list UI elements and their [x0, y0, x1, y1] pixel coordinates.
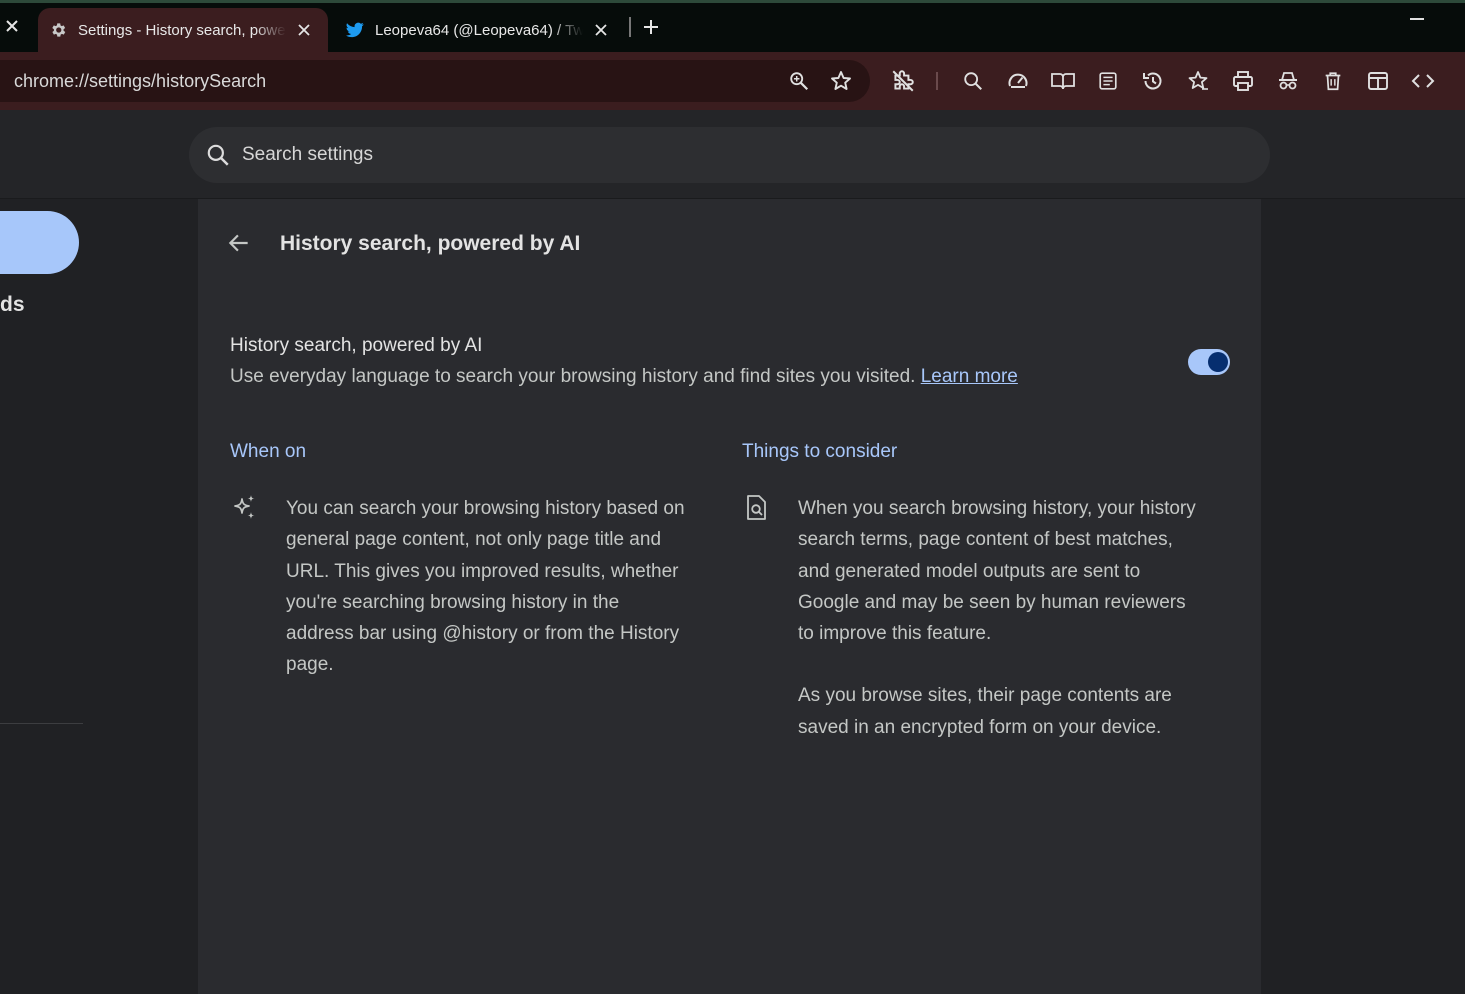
document-search-icon [745, 494, 773, 522]
text-line: address bar using @history or from the H… [286, 623, 680, 645]
things-to-consider-heading: Things to consider [742, 441, 898, 462]
tab-strip-accent-line [0, 0, 1465, 3]
zoom-icon[interactable] [788, 70, 810, 92]
reading-mode-book-icon[interactable] [1050, 68, 1076, 94]
text-line: You can search your browsing history bas… [286, 498, 685, 519]
text-line: page. [286, 654, 334, 676]
search-placeholder[interactable]: Search settings [242, 144, 373, 166]
print-icon[interactable] [1230, 68, 1256, 94]
gear-icon [48, 20, 68, 40]
tab-title: Leopeva64 (@Leopeva64) / Twitter [375, 21, 583, 39]
when-on-text: You can search your browsing history bas… [286, 493, 685, 681]
toolbar-divider [936, 72, 938, 90]
setting-description: Use everyday language to search your bro… [230, 366, 1018, 388]
delete-trash-icon[interactable] [1320, 68, 1346, 94]
performance-gauge-icon[interactable] [1005, 68, 1031, 94]
side-panel-icon[interactable] [1365, 68, 1391, 94]
incognito-icon[interactable] [1275, 68, 1301, 94]
twitter-bird-icon [345, 20, 365, 40]
search-icon [205, 142, 231, 168]
history-search-toggle[interactable] [1188, 349, 1230, 375]
tab-title: Settings - History search, powered by AI [78, 21, 286, 39]
reading-list-icon[interactable] [1095, 68, 1121, 94]
text-line: URL. This gives you improved results, wh… [286, 560, 679, 582]
bookmarks-star-icon[interactable] [1185, 68, 1211, 94]
developer-tools-code-icon[interactable] [1410, 68, 1436, 94]
page-title: History search, powered by AI [280, 232, 581, 255]
text-line: Google and may be seen by human reviewer… [798, 591, 1186, 613]
text-line: search terms, page content of best match… [798, 529, 1173, 551]
text-line: When you search browsing history, your h… [798, 498, 1196, 519]
extension-puzzle-off-icon[interactable] [890, 68, 916, 94]
address-bar[interactable]: chrome://settings/historySearch [0, 60, 870, 102]
tab-twitter[interactable]: Leopeva64 (@Leopeva64) / Twitter [335, 8, 625, 52]
bookmark-star-icon[interactable] [829, 69, 853, 93]
things-to-consider-text: When you search browsing history, your h… [798, 493, 1196, 743]
text-line: As you browse sites, their page contents… [798, 685, 1172, 707]
close-icon[interactable] [2, 16, 22, 36]
settings-card: History search, powered by AI History se… [198, 199, 1261, 994]
history-icon[interactable] [1140, 68, 1166, 94]
close-tab-icon[interactable] [591, 20, 611, 40]
browser-toolbar: chrome://settings/historySearch [0, 52, 1465, 110]
sparkle-icon [231, 494, 259, 522]
minimize-window-icon[interactable] [1410, 18, 1424, 20]
close-tab-icon[interactable] [294, 20, 314, 40]
search-icon[interactable] [960, 68, 986, 94]
text-line: you're searching browsing history in the [286, 591, 620, 613]
when-on-heading: When on [230, 441, 307, 462]
toggle-knob [1208, 352, 1228, 372]
text-line: and generated model outputs are sent to [798, 560, 1141, 582]
address-url[interactable]: chrome://settings/historySearch [14, 71, 266, 92]
sidebar-selected-item[interactable] [0, 211, 79, 274]
setting-label: History search, powered by AI [230, 335, 483, 356]
new-tab-plus-icon[interactable] [640, 16, 662, 38]
text-line: saved in an encrypted form on your devic… [798, 716, 1162, 738]
settings-search-field[interactable]: Search settings [189, 127, 1270, 183]
sidebar-divider [0, 723, 83, 724]
sidebar-item-label[interactable]: ds [0, 293, 25, 317]
tab-separator [629, 17, 631, 37]
settings-header: Search settings [0, 110, 1465, 199]
tab-strip: Settings - History search, powered by AI… [0, 0, 1465, 52]
setting-description-text: Use everyday language to search your bro… [230, 366, 916, 387]
text-line: to improve this feature. [798, 623, 992, 645]
tab-settings[interactable]: Settings - History search, powered by AI [38, 8, 328, 52]
text-line: general page content, not only page titl… [286, 529, 662, 551]
learn-more-link[interactable]: Learn more [921, 366, 1018, 387]
back-arrow-icon[interactable] [226, 230, 252, 256]
